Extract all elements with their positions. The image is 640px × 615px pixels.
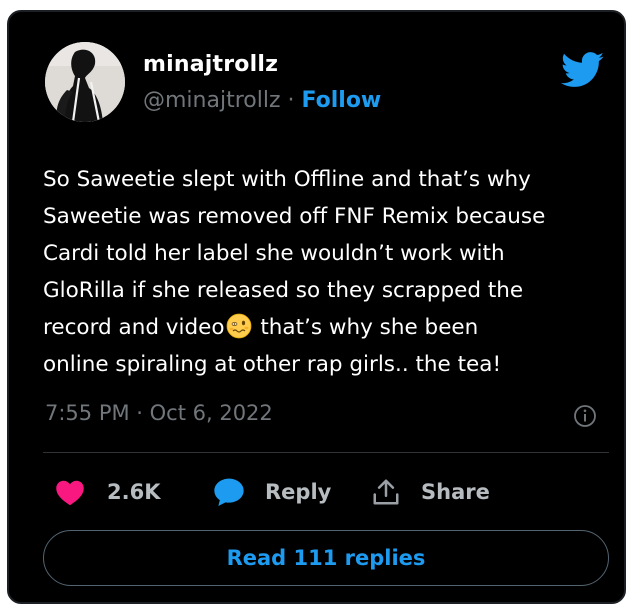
heart-icon [56,480,84,506]
tweet-text-line: Saweetie was removed off FNF Remix becau… [43,204,546,229]
user-handle[interactable]: @minajtrollz [143,88,281,113]
tweet-text-line-with-emoji: record and video that’s why she been [43,309,613,346]
tweet-text-segment: record and video [43,315,225,340]
reply-button[interactable]: Reply [213,474,331,510]
tweet-text-segment: that’s why she been [253,315,479,340]
avatar[interactable] [45,42,125,122]
like-count: 2.6K [107,480,161,504]
twitter-bird-icon[interactable] [561,52,605,88]
speech-bubble-icon [214,478,244,506]
reply-label: Reply [265,480,332,504]
avatar-photo [45,42,125,122]
tweet-card: minajtrollz @minajtrollz · Follow So Saw… [7,10,626,604]
display-name[interactable]: minajtrollz [143,52,278,77]
tweet-text: So Saweetie slept with Offline and that’… [43,161,613,383]
share-upload-icon [373,479,399,505]
tweet-text-line: So Saweetie slept with Offline and that’… [43,167,531,192]
share-label: Share [421,480,490,504]
divider [43,452,609,453]
tweet-timestamp[interactable]: 7:55 PM · Oct 6, 2022 [45,401,273,425]
share-button[interactable]: Share [371,474,490,510]
handle-row: @minajtrollz · Follow [143,88,381,113]
read-replies-button[interactable]: Read 111 replies [43,530,609,586]
woozy-face-emoji [226,313,251,339]
like-button[interactable]: 2.6K [55,474,160,510]
follow-button[interactable]: Follow [301,88,381,113]
tweet-text-line: GloRilla if she released so they scrappe… [43,278,524,303]
info-icon[interactable] [573,404,597,428]
handle-separator: · [280,88,302,113]
tweet-text-line: Cardi told her label she wouldn’t work w… [43,241,505,266]
tweet-text-line: online spiraling at other rap girls.. th… [43,352,502,377]
